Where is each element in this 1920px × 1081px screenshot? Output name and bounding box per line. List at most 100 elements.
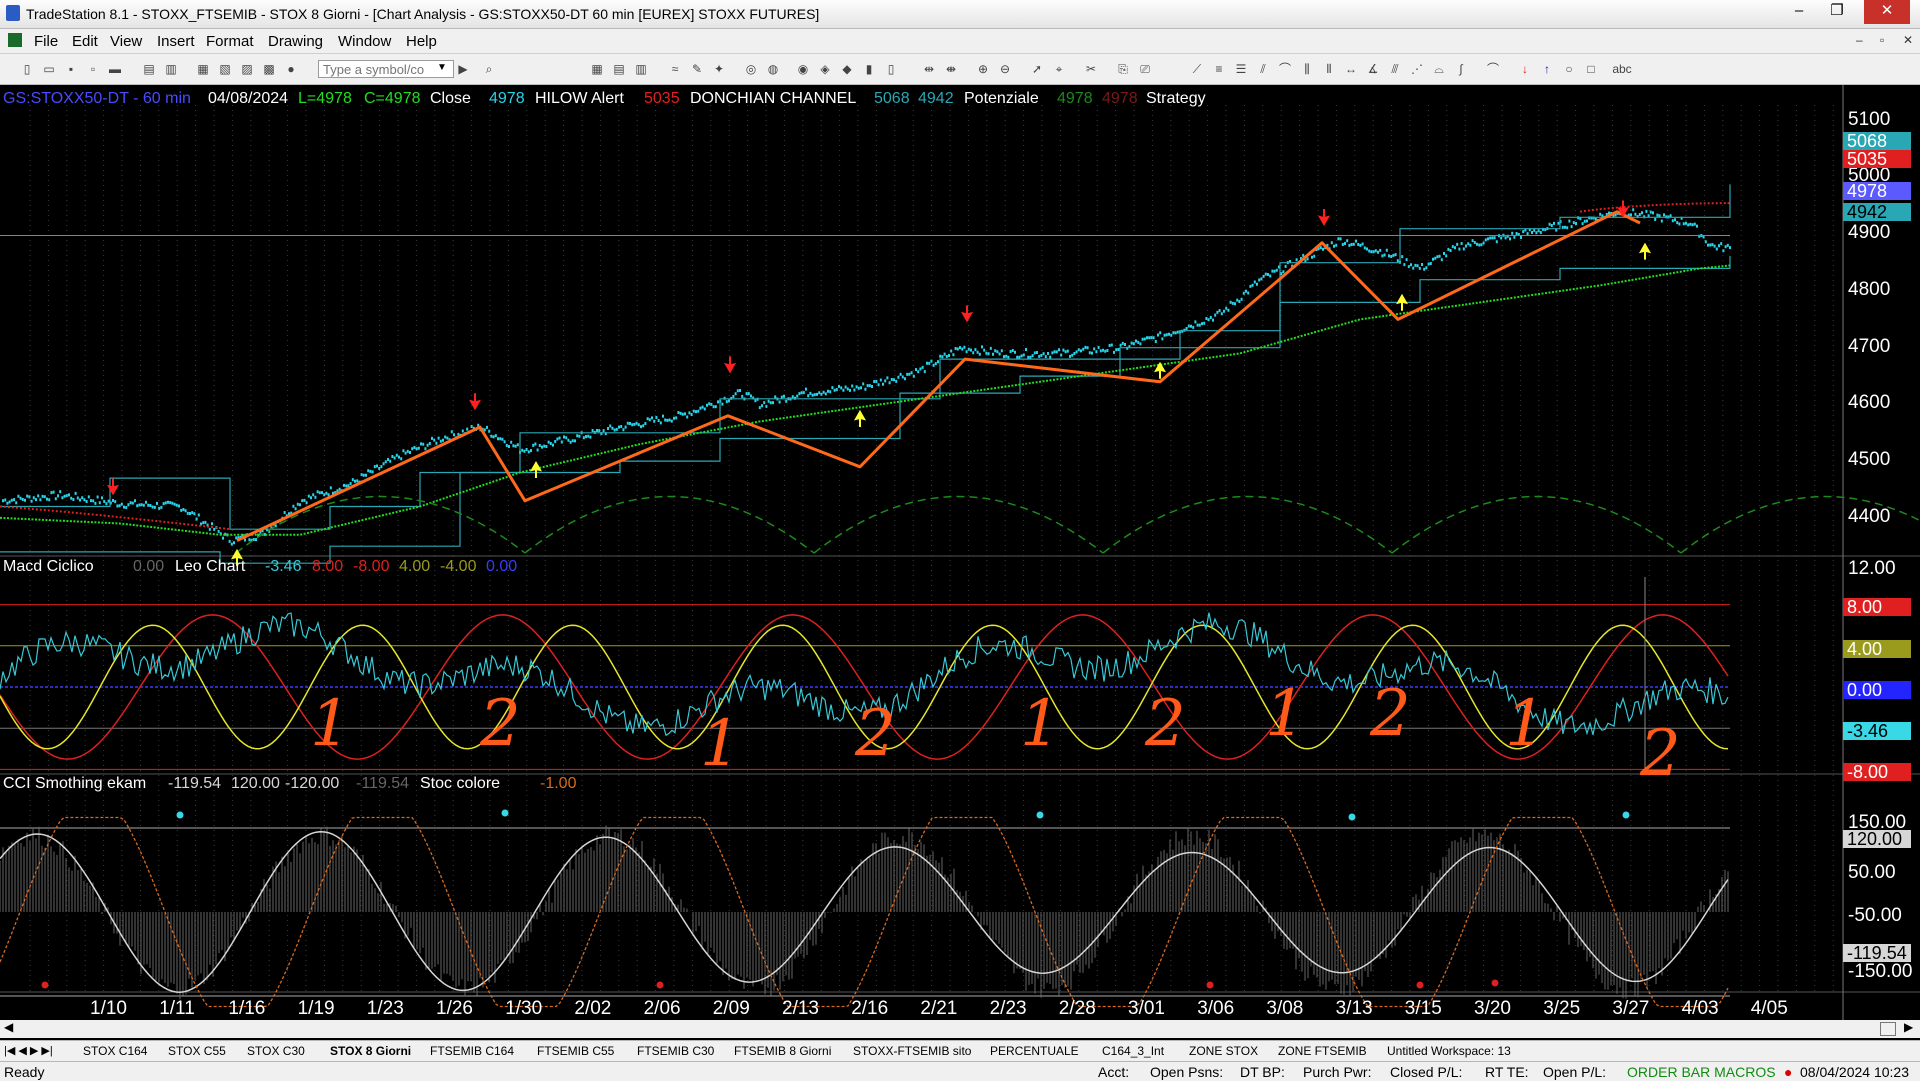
menu-view[interactable]: View	[110, 33, 142, 50]
status-macros[interactable]: ORDER BAR MACROS	[1627, 1064, 1776, 1080]
chart-area[interactable]: 1212121212 GS:STOXX50-DT - 60 min 04/08/…	[0, 85, 1920, 1021]
bag-icon[interactable]: ▩	[262, 62, 276, 76]
price-axis-label: 4800	[1848, 279, 1891, 300]
table-icon[interactable]: ▥	[634, 62, 648, 76]
compress-icon[interactable]: ⇼	[944, 62, 958, 76]
open-icon[interactable]: ▭	[42, 62, 56, 76]
horizontal-scrollbar[interactable]: ◀ ▶	[0, 1020, 1920, 1038]
close-button[interactable]: ✕	[1864, 0, 1910, 24]
hline-icon[interactable]: ↔	[1344, 62, 1358, 76]
menu-format[interactable]: Format	[206, 33, 254, 50]
signal-icon[interactable]: ◈	[818, 62, 832, 76]
cci-axis-label: 50.00	[1848, 862, 1896, 883]
ellipse-icon[interactable]: ○	[1562, 62, 1576, 76]
rectangle-icon[interactable]: □	[1584, 62, 1598, 76]
arrow-down-icon[interactable]: ↓	[1518, 62, 1532, 76]
tab-stox-c164[interactable]: STOX C164	[83, 1044, 147, 1058]
scanner-icon[interactable]: ◍	[766, 62, 780, 76]
speed-icon[interactable]: ⋰	[1410, 62, 1424, 76]
fib-icon[interactable]: ⫼	[1300, 62, 1314, 76]
tab-stoxx-ftsemib-sito[interactable]: STOXX-FTSEMIB sito	[853, 1044, 971, 1058]
restore-button[interactable]: ❐	[1818, 0, 1856, 24]
chart-icon[interactable]: ▦	[590, 62, 604, 76]
cci-v2: 120.00	[231, 775, 280, 792]
scroll-thumb[interactable]	[1880, 1022, 1896, 1036]
tab-zone-ftsemib[interactable]: ZONE FTSEMIB	[1278, 1044, 1367, 1058]
chart-document-icon[interactable]	[8, 33, 22, 47]
andrews-icon[interactable]: ⫻	[1388, 62, 1402, 76]
tab-zone-stox[interactable]: ZONE STOX	[1189, 1044, 1258, 1058]
mdi-restore-button[interactable]: ▫	[1880, 33, 1884, 47]
trendline-icon[interactable]: ⟋	[1190, 62, 1204, 76]
freehand-icon[interactable]: ∫	[1454, 62, 1468, 76]
menu-file[interactable]: File	[34, 33, 58, 50]
save-icon[interactable]: ▪	[64, 62, 78, 76]
menu-edit[interactable]: Edit	[72, 33, 98, 50]
workspace-tab-bar: |◀ ◀ ▶ ▶| STOX C164 STOX C55 STOX C30 ST…	[0, 1040, 1920, 1061]
tools-icon[interactable]: ✂	[1084, 62, 1098, 76]
new-icon[interactable]: ▯	[20, 62, 34, 76]
network-icon[interactable]: ●	[284, 62, 298, 76]
tab-ftsemib-c55[interactable]: FTSEMIB C55	[537, 1044, 614, 1058]
layout-icon[interactable]: ▧	[218, 62, 232, 76]
menu-window[interactable]: Window	[338, 33, 391, 50]
chart-canvas[interactable]: 1212121212	[0, 85, 1920, 1021]
data-icon[interactable]: ▯	[884, 62, 898, 76]
tab-stox-c55[interactable]: STOX C55	[168, 1044, 226, 1058]
text-icon[interactable]: abc	[1610, 62, 1634, 76]
print-icon[interactable]: ▤	[142, 62, 156, 76]
tab-stox-c30[interactable]: STOX C30	[247, 1044, 305, 1058]
channel-icon[interactable]: ⫽	[1256, 62, 1270, 76]
pointer-icon[interactable]: ➚	[1030, 62, 1044, 76]
chevron-down-icon[interactable]: ▼	[437, 62, 447, 73]
minimize-button[interactable]: –	[1780, 0, 1818, 24]
time-axis-label: 3/15	[1404, 998, 1442, 1019]
tab-ftsemib-c30[interactable]: FTSEMIB C30	[637, 1044, 714, 1058]
tab-nav-icons[interactable]: |◀ ◀ ▶ ▶|	[4, 1044, 53, 1057]
lookup-icon[interactable]: ⌕	[482, 62, 496, 76]
tab-untitled-workspace[interactable]: Untitled Workspace: 13	[1387, 1044, 1511, 1058]
hlines-icon[interactable]: ☰	[1234, 62, 1248, 76]
remove-icon[interactable]: ⎚	[1138, 62, 1152, 76]
time-axis-label: 1/26	[436, 998, 473, 1019]
vlines-icon[interactable]: ⫴	[1322, 62, 1336, 76]
menu-insert[interactable]: Insert	[157, 33, 195, 50]
radar-icon[interactable]: ◎	[744, 62, 758, 76]
play-icon[interactable]: ▶	[456, 62, 470, 76]
cursor-data-icon[interactable]: ⌖	[1052, 62, 1066, 76]
edit-icon[interactable]: ✎	[690, 62, 704, 76]
tab-stox-8-giorni[interactable]: STOX 8 Giorni	[330, 1044, 411, 1058]
tab-c164-3-int[interactable]: C164_3_Int	[1102, 1044, 1164, 1058]
grid-icon[interactable]: ▤	[612, 62, 626, 76]
tab-percentuale[interactable]: PERCENTUALE	[990, 1044, 1079, 1058]
copy-icon[interactable]: ▫	[86, 62, 100, 76]
symbol-input[interactable]	[318, 60, 454, 78]
folder-icon[interactable]: ▬	[108, 62, 122, 76]
lock-icon[interactable]: ▨	[240, 62, 254, 76]
zoom-in-icon[interactable]: ⊕	[976, 62, 990, 76]
arc-icon[interactable]: ⌒	[1278, 62, 1292, 76]
wave-icon[interactable]: ≈	[668, 62, 682, 76]
arc-draw-icon[interactable]: ⌒	[1486, 62, 1500, 76]
menu-help[interactable]: Help	[406, 33, 437, 50]
lines-icon[interactable]: ≡	[1212, 62, 1226, 76]
insert-icon[interactable]: ⎘	[1116, 62, 1130, 76]
gann-icon[interactable]: ∡	[1366, 62, 1380, 76]
bars-icon[interactable]: ▮	[862, 62, 876, 76]
zoom-out-icon[interactable]: ⊖	[998, 62, 1012, 76]
scroll-right-icon[interactable]: ▶	[1904, 1020, 1913, 1034]
tab-ftsemib-c164[interactable]: FTSEMIB C164	[430, 1044, 514, 1058]
mdi-minimize-button[interactable]: –	[1856, 33, 1863, 47]
window-icon[interactable]: ▦	[196, 62, 210, 76]
tab-ftsemib-8-giorni[interactable]: FTSEMIB 8 Giorni	[734, 1044, 831, 1058]
scroll-left-icon[interactable]: ◀	[4, 1020, 13, 1034]
expand-icon[interactable]: ⇹	[922, 62, 936, 76]
menu-drawing[interactable]: Drawing	[268, 33, 323, 50]
format-icon[interactable]: ✦	[712, 62, 726, 76]
globe-icon[interactable]: ◉	[796, 62, 810, 76]
mdi-close-button[interactable]: ✕	[1903, 33, 1913, 47]
quote-icon[interactable]: ◆	[840, 62, 854, 76]
cycle-icon[interactable]: ⌓	[1432, 62, 1446, 76]
print-preview-icon[interactable]: ▥	[164, 62, 178, 76]
arrow-up-icon[interactable]: ↑	[1540, 62, 1554, 76]
